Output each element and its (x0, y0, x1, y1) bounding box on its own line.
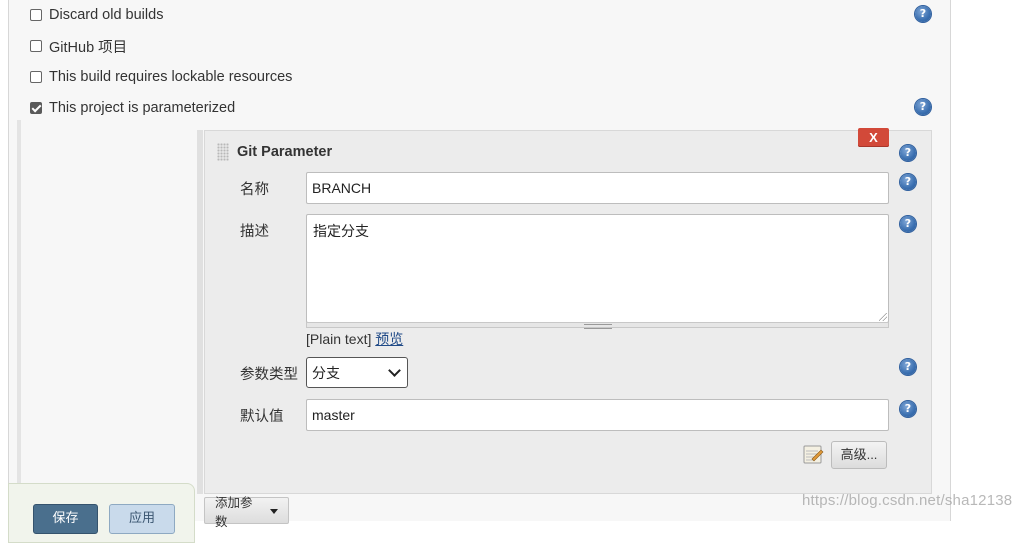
default-value-input[interactable]: master (306, 399, 889, 431)
section-indent-bar (17, 120, 21, 521)
left-border (8, 0, 9, 521)
help-icon[interactable]: ? (900, 174, 916, 190)
drag-handle-icon[interactable] (217, 143, 229, 161)
add-parameter-button[interactable]: 添加参数 (204, 496, 289, 529)
markup-format: [Plain text] (306, 331, 372, 347)
textarea-resize-bar[interactable] (306, 322, 889, 329)
watermark: https://blog.csdn.net/sha12138 (802, 492, 1013, 509)
apply-button[interactable]: 应用 (109, 504, 175, 534)
option-discard-old-builds[interactable]: Discard old builds (30, 4, 163, 26)
save-button[interactable]: 保存 (33, 504, 98, 534)
parameterized-checkbox[interactable] (30, 102, 42, 114)
description-value: 指定分支 (313, 223, 369, 239)
parameter-gutter (197, 130, 203, 494)
notepad-icon[interactable] (802, 443, 824, 465)
preview-link[interactable]: 预览 (375, 331, 403, 347)
option-label: This build requires lockable resources (49, 69, 293, 85)
param-type-select[interactable]: 分支 (306, 357, 408, 388)
name-value: BRANCH (312, 180, 372, 196)
help-icon[interactable]: ? (900, 216, 916, 232)
option-github-project[interactable]: GitHub 项目 (30, 35, 127, 57)
help-icon[interactable]: ? (900, 145, 916, 161)
default-value-label: 默认值 (240, 409, 284, 425)
option-label: This project is parameterized (49, 100, 236, 116)
description-label: 描述 (240, 224, 269, 240)
description-textarea[interactable]: 指定分支 (306, 214, 889, 323)
right-border (950, 0, 951, 521)
name-input[interactable]: BRANCH (306, 172, 889, 204)
name-label: 名称 (240, 182, 269, 198)
option-parameterized[interactable]: This project is parameterized (30, 97, 235, 119)
help-icon[interactable]: ? (915, 99, 931, 115)
help-icon[interactable]: ? (900, 401, 916, 417)
discard-old-builds-checkbox[interactable] (30, 9, 42, 21)
caret-down-icon (270, 509, 278, 514)
resize-grip-icon[interactable] (879, 313, 887, 321)
option-label: Discard old builds (49, 7, 164, 23)
param-type-value: 分支 (312, 364, 340, 381)
chevron-down-icon (388, 364, 401, 377)
add-parameter-label: 添加参数 (215, 495, 253, 529)
help-icon[interactable]: ? (915, 6, 931, 22)
markup-format-note: [Plain text] 预览 (306, 329, 403, 349)
github-project-checkbox[interactable] (30, 40, 42, 52)
option-lockable-resources[interactable]: This build requires lockable resources (30, 66, 292, 88)
help-icon[interactable]: ? (900, 359, 916, 375)
default-value: master (312, 407, 355, 423)
advanced-button[interactable]: 高级... (831, 441, 887, 469)
option-label: GitHub 项目 (49, 39, 128, 56)
parameter-title: Git Parameter (237, 144, 333, 160)
lockable-resources-checkbox[interactable] (30, 71, 42, 83)
delete-parameter-button[interactable]: X (858, 128, 889, 147)
param-type-label: 参数类型 (240, 367, 298, 383)
